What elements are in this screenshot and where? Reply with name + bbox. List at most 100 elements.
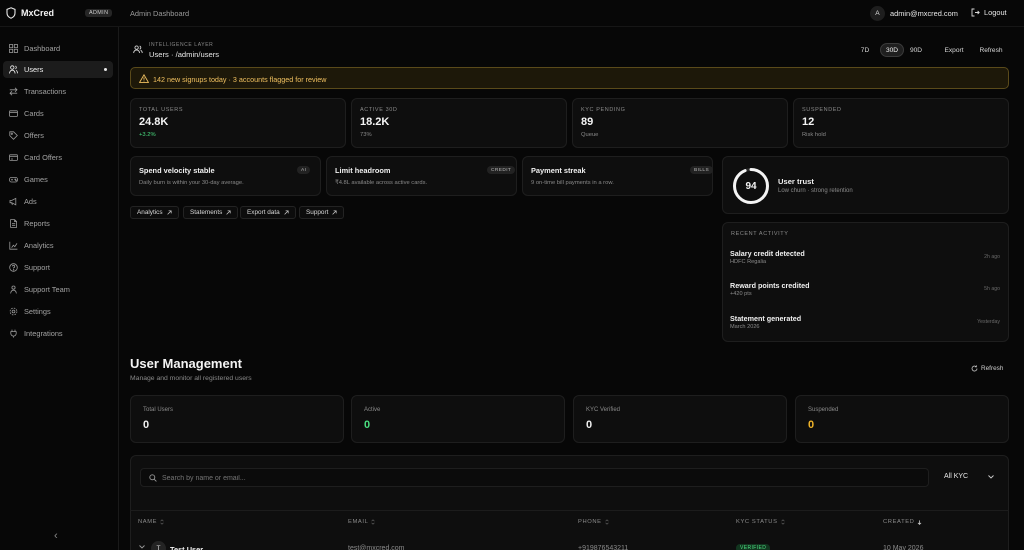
column-header-created[interactable]: CREATED: [883, 519, 922, 525]
admin-badge: ADMIN: [85, 9, 113, 17]
activity-title: Statement generated: [730, 314, 802, 323]
quick-link-label: Analytics: [137, 209, 163, 216]
sidebar-item-users[interactable]: Users: [3, 61, 113, 78]
sidebar-item-label: Integrations: [24, 329, 63, 338]
sidebar-item-transactions[interactable]: Transactions: [3, 83, 113, 100]
warning-icon: [139, 74, 149, 83]
refresh-button[interactable]: Refresh: [973, 43, 1009, 57]
sidebar-item-card-offers[interactable]: Card Offers: [3, 149, 113, 166]
sidebar-item-label: Support Team: [24, 285, 70, 294]
range-30d[interactable]: 30D: [880, 43, 904, 57]
user-created-date: 10 May 2026: [883, 545, 924, 550]
kyc-status-badge: VERIFIED: [736, 544, 771, 550]
intel-eyebrow: INTELLIGENCE LAYER: [149, 42, 214, 48]
sidebar-item-offers[interactable]: Offers: [3, 127, 113, 144]
sidebar-item-label: Settings: [24, 307, 51, 316]
card-icon: [9, 109, 18, 118]
sidebar-item-ads[interactable]: Ads: [3, 193, 113, 210]
chevron-down-icon: [988, 475, 994, 479]
sidebar-item-support[interactable]: Support: [3, 259, 113, 276]
logout-icon: [971, 8, 980, 17]
user-avatar: T: [151, 541, 166, 550]
activity-sub: March 2026: [730, 324, 760, 330]
user-refresh-button[interactable]: Refresh: [971, 365, 1003, 372]
intel-path: Users · /admin/users: [149, 50, 220, 59]
sidebar-item-label: Support: [24, 263, 50, 272]
activity-item[interactable]: Salary credit detected HDFC Regalia 2h ago: [730, 249, 1002, 269]
sidebar-item-analytics[interactable]: Analytics: [3, 237, 113, 254]
table-row[interactable]: T Test User test@mxcred.com +919876543211 VE…: [130, 536, 1009, 550]
column-header-email[interactable]: EMAIL: [348, 519, 376, 525]
search-box[interactable]: [140, 468, 929, 487]
activity-item[interactable]: Statement generated March 2026 Yesterday: [730, 314, 1002, 334]
sidebar-item-games[interactable]: Games: [3, 171, 113, 188]
activity-heading: RECENT ACTIVITY: [731, 231, 789, 237]
user-name: Test User: [170, 545, 204, 550]
card-tag-icon: [9, 153, 18, 162]
stat-card-total-users: TOTAL USERS 24.8K +3.2%: [130, 98, 346, 148]
insight-card: Spend velocity stable AI Daily burn is wit…: [130, 156, 321, 196]
trust-title: User trust: [778, 177, 814, 186]
megaphone-icon: [9, 197, 18, 206]
range-7d[interactable]: 7D: [857, 43, 873, 57]
user-phone: +919876543211: [578, 545, 629, 550]
document-icon: [9, 219, 18, 228]
external-arrow-icon: [226, 210, 231, 215]
quick-link-export-data[interactable]: Export data: [240, 206, 296, 219]
column-header-kyc-status[interactable]: KYC STATUS: [736, 519, 785, 525]
stat-sub: Risk hold: [802, 132, 826, 138]
collapse-sidebar-button[interactable]: ‹: [54, 530, 58, 542]
sidebar-item-integrations[interactable]: Integrations: [3, 325, 113, 342]
quick-link-analytics[interactable]: Analytics: [130, 206, 179, 219]
gear-icon: [9, 307, 18, 316]
chart-icon: [9, 241, 18, 250]
activity-item[interactable]: Reward points credited +420 pts 5h ago: [730, 281, 1002, 301]
kyc-filter-value: All KYC: [944, 473, 969, 480]
stat-card-kyc-pending: KYC PENDING 89 Queue: [572, 98, 788, 148]
avatar[interactable]: A: [870, 6, 885, 21]
search-input[interactable]: [162, 472, 862, 484]
external-arrow-icon: [166, 210, 172, 215]
kyc-filter-select[interactable]: All KYC: [934, 468, 1001, 487]
stat-label: TOTAL USERS: [139, 107, 184, 113]
quick-link-label: Support: [306, 209, 329, 216]
stat-card-suspended: SUSPENDED 12 Risk hold: [793, 98, 1009, 148]
activity-time: 2h ago: [984, 254, 1000, 260]
summary-label: Total Users: [143, 407, 174, 413]
stat-label: KYC PENDING: [581, 107, 626, 113]
sort-icon: [605, 519, 609, 525]
sidebar-item-reports[interactable]: Reports: [3, 215, 113, 232]
sidebar-item-cards[interactable]: Cards: [3, 105, 113, 122]
expand-chevron-icon[interactable]: [139, 545, 145, 549]
summary-value: 0: [364, 419, 371, 431]
column-header-phone[interactable]: PHONE: [578, 519, 609, 525]
refresh-icon: [971, 365, 978, 372]
column-header-label: NAME: [138, 519, 158, 525]
table-divider: [130, 510, 1009, 511]
insight-desc: 9 on-time bill payments in a row.: [531, 180, 614, 186]
sidebar-item-label: Card Offers: [24, 153, 63, 162]
export-button[interactable]: Export: [938, 43, 970, 57]
insight-badge: BILLS: [690, 166, 714, 174]
sidebar-item-settings[interactable]: Settings: [3, 303, 113, 320]
quick-link-support[interactable]: Support: [299, 206, 345, 219]
insight-desc: ₹4.8L available across active cards.: [335, 180, 428, 186]
sidebar-item-support-team[interactable]: Support Team: [3, 281, 113, 298]
logout-button[interactable]: Logout: [971, 8, 1007, 17]
activity-time: 5h ago: [984, 286, 1000, 292]
sidebar-item-label: Cards: [24, 109, 44, 118]
quick-link-statements[interactable]: Statements: [183, 206, 239, 219]
column-header-label: PHONE: [578, 519, 602, 525]
column-header-name[interactable]: NAME: [138, 519, 164, 525]
summary-card-suspended: Suspended 0: [795, 395, 1009, 443]
sidebar-item-dashboard[interactable]: Dashboard: [3, 40, 113, 57]
stat-value: 18.2K: [360, 116, 390, 128]
range-90d[interactable]: 90D: [908, 43, 924, 57]
external-arrow-icon: [284, 210, 289, 215]
column-header-label: EMAIL: [348, 519, 369, 525]
sort-icon: [371, 519, 376, 525]
activity-sub: HDFC Regalia: [730, 259, 767, 265]
stat-value: 89: [581, 116, 594, 128]
insight-card: Limit headroom CREDIT ₹4.8L available acro…: [326, 156, 517, 196]
insight-title: Payment streak: [531, 166, 586, 175]
